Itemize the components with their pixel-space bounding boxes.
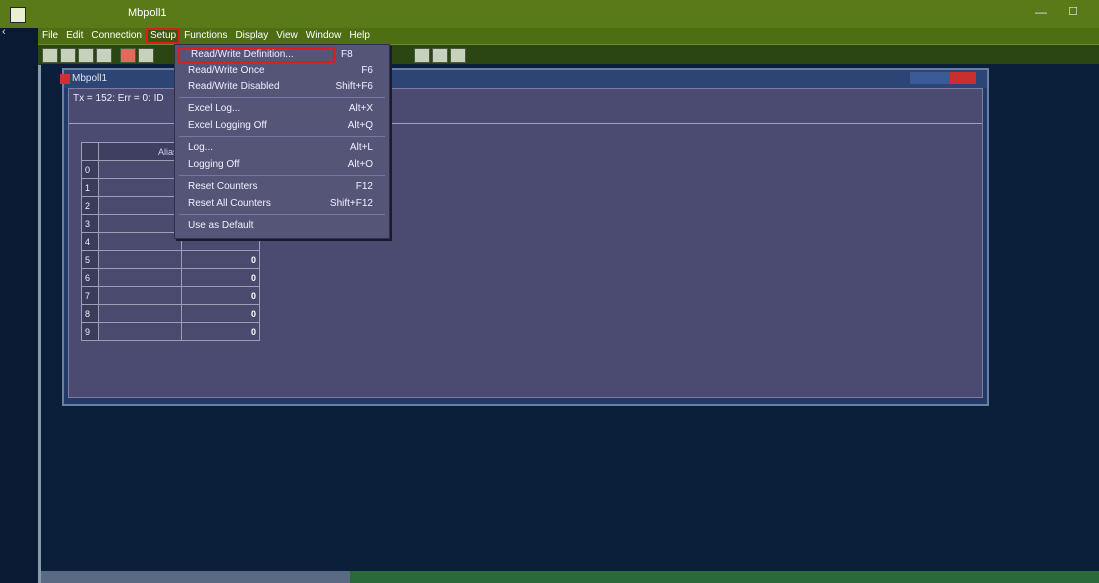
app-title: Mbpoll1 (128, 7, 167, 19)
menu-item-use-as-default[interactable]: Use as Default (175, 218, 389, 234)
maximize-icon[interactable]: ☐ (1062, 5, 1084, 21)
alias-cell[interactable] (98, 214, 182, 233)
menu-view[interactable]: View (272, 28, 302, 44)
column-header-alias: Alias (98, 142, 182, 161)
read-icon[interactable] (414, 48, 430, 63)
value-cell[interactable]: 0 (180, 250, 260, 269)
table-row[interactable]: 90 (81, 322, 260, 341)
alias-cell[interactable] (98, 268, 182, 287)
menu-separator (179, 136, 385, 137)
chevron-left-icon[interactable]: ‹ (2, 26, 6, 38)
menu-setup[interactable]: Setup (145, 28, 181, 44)
table-row[interactable]: 80 (81, 304, 260, 323)
table-header-corner (81, 142, 99, 161)
menu-separator (179, 175, 385, 176)
menu-window[interactable]: Window (302, 28, 346, 44)
alias-cell[interactable] (98, 322, 182, 341)
value-cell[interactable]: 0 (180, 286, 260, 305)
menubar: File Edit Connection Setup Functions Dis… (38, 28, 1099, 44)
menu-item-reset-all-counters[interactable]: Reset All Counters Shift+F12 (175, 196, 389, 212)
menu-item-read-write-definition[interactable]: Read/Write Definition... (178, 47, 335, 63)
row-index: 2 (81, 196, 99, 215)
menu-display[interactable]: Display (231, 28, 272, 44)
value-cell[interactable]: 0 (180, 304, 260, 323)
menu-item-shortcut: Alt+Q (347, 120, 373, 131)
row-index: 3 (81, 214, 99, 233)
alias-cell[interactable] (98, 250, 182, 269)
status-line: Tx = 152: Err = 0: ID (73, 93, 164, 104)
menu-item-shortcut: Alt+L (349, 142, 373, 153)
child-close-icon[interactable] (950, 72, 976, 84)
menu-item-shortcut: F8 (341, 49, 353, 60)
alias-cell[interactable] (98, 304, 182, 323)
menu-item-shortcut: Shift+F12 (329, 198, 373, 209)
menu-connection[interactable]: Connection (87, 28, 146, 44)
menu-item-label: Reset All Counters (188, 198, 271, 209)
row-index: 5 (81, 250, 99, 269)
menu-item-log[interactable]: Log... Alt+L (175, 140, 389, 156)
row-index: 8 (81, 304, 99, 323)
open-folder-icon[interactable] (60, 48, 76, 63)
menu-item-read-write-once[interactable]: Read/Write Once F6 (175, 63, 389, 79)
menu-item-label: Logging Off (188, 159, 240, 170)
menu-separator (179, 97, 385, 98)
table-row[interactable]: 50 (81, 250, 260, 269)
setup-menu-dropdown: Read/Write Definition... F8 Read/Write O… (174, 44, 390, 239)
value-cell[interactable]: 0 (180, 322, 260, 341)
document-icon (60, 74, 70, 84)
child-maximize-icon[interactable] (930, 72, 950, 84)
table-row[interactable]: 60 (81, 268, 260, 287)
poll-window-title: Mbpoll1 (72, 73, 108, 84)
alias-cell[interactable] (98, 232, 182, 251)
row-index: 1 (81, 178, 99, 197)
table-row[interactable]: 70 (81, 286, 260, 305)
menu-item-excel-logging-off[interactable]: Excel Logging Off Alt+Q (175, 118, 389, 134)
menu-item-read-write-disabled[interactable]: Read/Write Disabled Shift+F6 (175, 79, 389, 95)
menu-item-label: Read/Write Disabled (188, 81, 280, 92)
menu-item-shortcut: F6 (361, 65, 373, 76)
left-panel-strip (0, 28, 41, 583)
app-icon[interactable] (10, 7, 26, 23)
menu-help[interactable]: Help (345, 28, 374, 44)
value-cell[interactable]: 0 (180, 268, 260, 287)
child-minimize-icon[interactable] (910, 72, 930, 84)
row-index: 7 (81, 286, 99, 305)
row-index: 4 (81, 232, 99, 251)
menu-item-shortcut: F12 (355, 181, 373, 192)
menu-item-shortcut: Alt+X (348, 103, 373, 114)
menu-item-reset-counters[interactable]: Reset Counters F12 (175, 179, 389, 195)
menu-item-shortcut: Alt+O (347, 159, 373, 170)
save-icon[interactable] (78, 48, 94, 63)
menu-item-label: Log... (188, 142, 214, 153)
app-titlebar: Mbpoll1 — ☐ (0, 0, 1099, 28)
delete-icon[interactable] (120, 48, 136, 63)
menu-item-label: Read/Write Once (188, 65, 265, 76)
menu-file[interactable]: File (38, 28, 62, 44)
menu-item-label: Excel Logging Off (188, 120, 267, 131)
menu-item-shortcut: Shift+F6 (335, 81, 373, 92)
alias-cell[interactable] (98, 160, 182, 179)
help-icon[interactable] (450, 48, 466, 63)
menu-item-label: Read/Write Definition... (191, 49, 294, 60)
alias-cell[interactable] (98, 196, 182, 215)
window-icon[interactable] (138, 48, 154, 63)
status-bar-accent (350, 571, 1099, 583)
row-index: 9 (81, 322, 99, 341)
print-icon[interactable] (96, 48, 112, 63)
row-index: 6 (81, 268, 99, 287)
menu-item-logging-off[interactable]: Logging Off Alt+O (175, 157, 389, 173)
menu-item-label: Reset Counters (188, 181, 258, 192)
write-icon[interactable] (432, 48, 448, 63)
menu-edit[interactable]: Edit (62, 28, 87, 44)
row-index: 0 (81, 160, 99, 179)
alias-cell[interactable] (98, 178, 182, 197)
menu-item-label: Use as Default (188, 220, 254, 231)
menu-functions[interactable]: Functions (180, 28, 231, 44)
menu-separator (179, 214, 385, 215)
minimize-icon[interactable]: — (1030, 5, 1052, 21)
menu-item-label: Excel Log... (188, 103, 241, 114)
alias-cell[interactable] (98, 286, 182, 305)
menu-item-excel-log[interactable]: Excel Log... Alt+X (175, 101, 389, 117)
new-document-icon[interactable] (42, 48, 58, 63)
